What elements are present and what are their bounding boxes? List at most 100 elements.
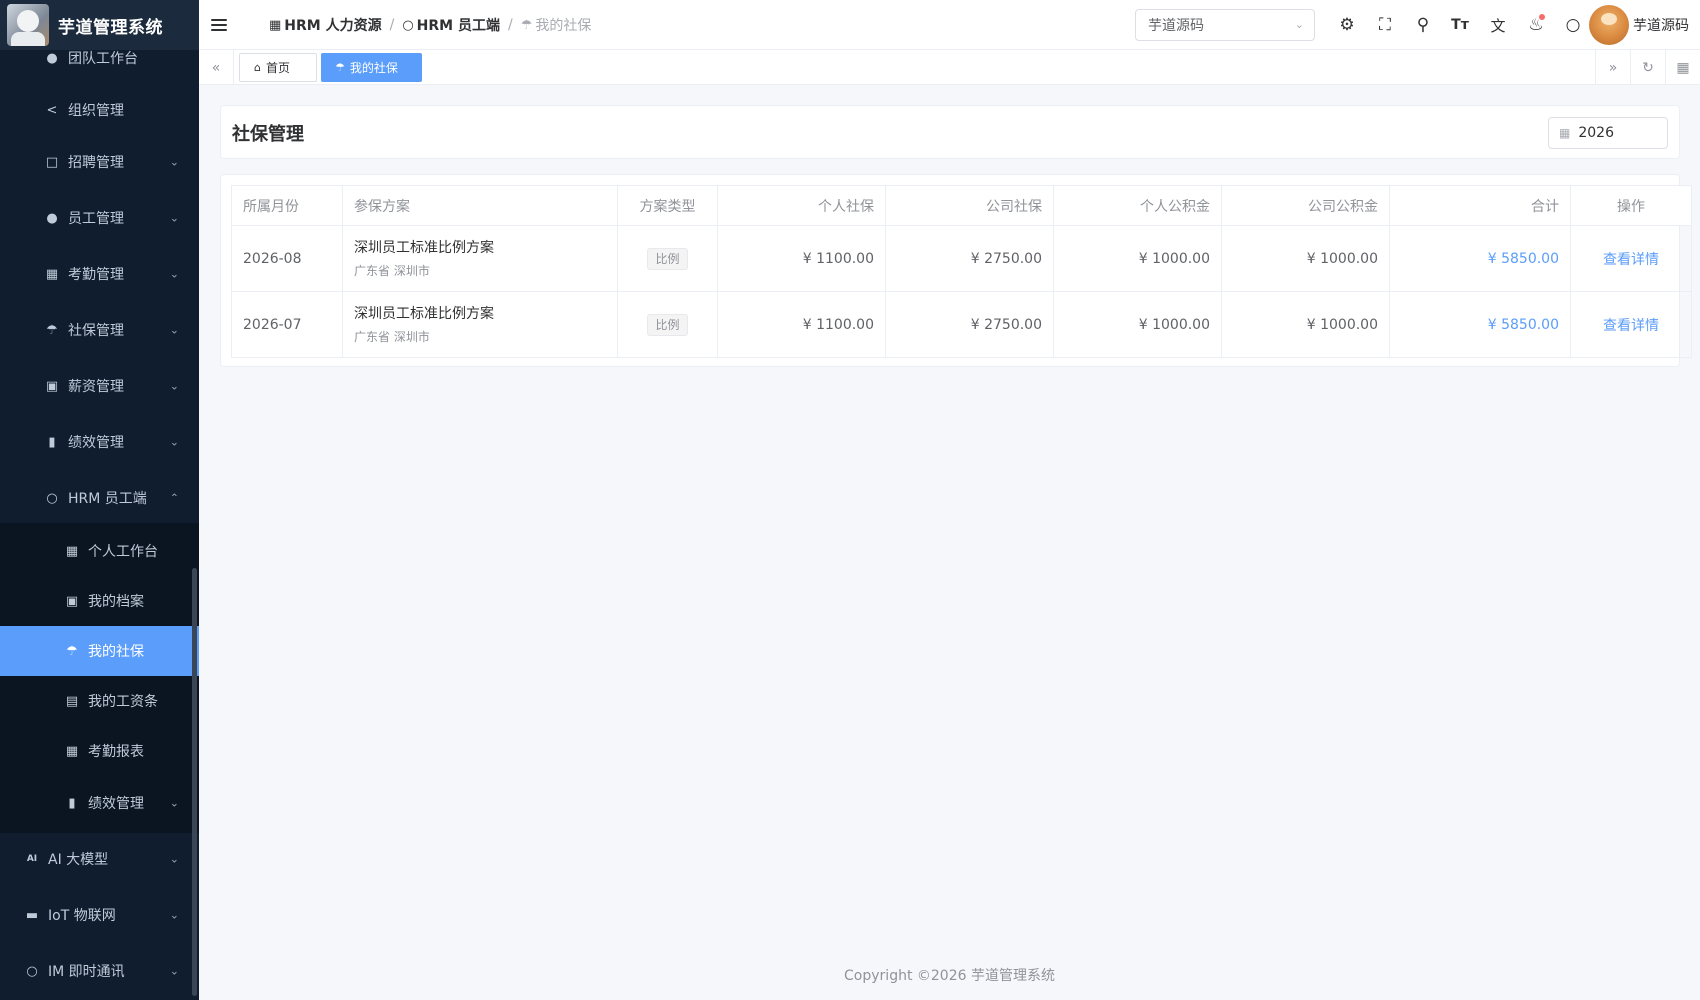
calendar-icon: ▦ [65, 543, 79, 559]
chevron-down-icon: ⌄ [169, 323, 179, 337]
sidebar-item-recruitment[interactable]: □ 招聘管理 ⌄ [0, 137, 199, 187]
tenant-select[interactable]: 芋道源码 ⌄ [1135, 9, 1315, 41]
cell-type: 比例 [617, 225, 718, 292]
chevron-down-icon: ⌄ [169, 435, 179, 449]
breadcrumb-separator: / [389, 17, 395, 33]
column-header: 公司公积金 [1221, 185, 1390, 226]
logo-bar[interactable]: 芋道管理系统 [0, 0, 199, 50]
column-header: 方案类型 [617, 185, 718, 226]
user-avatar[interactable] [1589, 5, 1629, 45]
chevron-up-icon: ⌃ [169, 491, 179, 505]
plan-type-badge: 比例 [647, 313, 688, 336]
cell-plan: 深圳员工标准比例方案 广东省 深圳市 [342, 291, 618, 358]
page-header-card: 社保管理 ▦ 2026 [220, 105, 1680, 159]
car-icon: ▬ [25, 907, 39, 923]
tab-home[interactable]: ⌂ 首页 [239, 53, 317, 82]
sidebar-item-social-security[interactable]: ☂ 社保管理 ⌄ [0, 305, 199, 355]
cell-type: 比例 [617, 291, 718, 358]
plan-name: 深圳员工标准比例方案 [354, 239, 494, 256]
notification-bell-icon[interactable]: ♨ [1523, 12, 1549, 38]
sidebar-subitem-attendance-report[interactable]: ▦ 考勤报表 [0, 726, 199, 776]
chevron-down-icon: ⌄ [169, 379, 179, 393]
chevron-down-icon: ⌄ [169, 267, 179, 281]
sidebar-item-iot[interactable]: ▬ IoT 物联网 ⌄ [0, 890, 199, 940]
social-security-table: 所属月份 参保方案 方案类型 个人社保 公司社保 个人公积金 公司公积金 合计 … [231, 185, 1692, 358]
cell-month: 2026-08 [231, 225, 343, 292]
cell-company-fund: ¥ 1000.00 [1221, 291, 1390, 358]
chevron-down-icon: ⌄ [169, 155, 179, 169]
plan-name: 深圳员工标准比例方案 [354, 305, 494, 322]
document-icon: ▤ [65, 693, 79, 709]
cell-month: 2026-07 [231, 291, 343, 358]
user-outline-icon: ○ [46, 490, 58, 506]
sidebar-subitem-performance[interactable]: ▮ 绩效管理 ⌄ [0, 778, 199, 828]
sidebar: 芋道管理系统 ● 团队工作台 < 组织管理 □ 招聘管理 ⌄ ● 员工管理 ⌄ … [0, 0, 199, 1000]
breadcrumb: ▦ HRM 人力资源 / ○ HRM 员工端 / ☂ 我的社保 [269, 0, 591, 50]
top-header: ▦ HRM 人力资源 / ○ HRM 员工端 / ☂ 我的社保 芋道源码 ⌄ ⚙… [199, 0, 1700, 50]
breadcrumb-item-hrm[interactable]: ▦ HRM 人力资源 [269, 15, 382, 35]
breadcrumb-item-hrm-employee[interactable]: ○ HRM 员工端 [402, 15, 500, 35]
chevron-down-icon: ⌄ [1294, 18, 1304, 31]
cell-action: 查看详情 [1570, 291, 1692, 358]
sidebar-subitem-my-payslip[interactable]: ▤ 我的工资条 [0, 676, 199, 726]
cell-personal-social: ¥ 1100.00 [717, 225, 886, 292]
calendar-icon: ▦ [45, 266, 59, 282]
tags-divider [233, 50, 234, 85]
plan-region: 广东省 深圳市 [354, 329, 430, 344]
scroll-left-icon[interactable]: « [199, 50, 233, 85]
table-header-row: 所属月份 参保方案 方案类型 个人社保 公司社保 个人公积金 公司公积金 合计 … [231, 185, 1692, 226]
font-size-icon[interactable]: Tт [1447, 12, 1473, 38]
cell-company-social: ¥ 2750.00 [885, 225, 1054, 292]
user-outline-icon: ○ [402, 17, 414, 33]
fullscreen-icon[interactable]: ⛶ [1372, 12, 1398, 38]
sidebar-subitem-personal-workbench[interactable]: ▦ 个人工作台 [0, 526, 199, 576]
sidebar-item-team-workbench[interactable]: ● 团队工作台 [0, 50, 199, 83]
view-detail-link[interactable]: 查看详情 [1603, 252, 1659, 268]
notification-dot [1539, 14, 1545, 20]
home-icon: ⌂ [254, 61, 261, 74]
sidebar-item-salary[interactable]: ▣ 薪资管理 ⌄ [0, 361, 199, 411]
sidebar-item-performance[interactable]: ▮ 绩效管理 ⌄ [0, 417, 199, 467]
briefcase-icon: □ [45, 154, 59, 170]
chevron-down-icon: ⌄ [169, 964, 179, 978]
sidebar-item-im[interactable]: ○ IM 即时通讯 ⌄ [0, 946, 199, 996]
sidebar-scrollbar[interactable] [192, 568, 197, 996]
app-title: 芋道管理系统 [58, 17, 163, 38]
breadcrumb-item-current: ☂ 我的社保 [520, 17, 592, 35]
translate-icon[interactable]: 文 [1485, 12, 1511, 38]
refresh-icon[interactable]: ↻ [1631, 50, 1665, 85]
settings-gear-icon[interactable]: ⚙ [1334, 12, 1360, 38]
sidebar-item-ai-model[interactable]: AI AI 大模型 ⌄ [0, 834, 199, 884]
grid-menu-icon[interactable]: ▦ [1666, 50, 1700, 85]
sidebar-subitem-my-social-security[interactable]: ☂ 我的社保 [0, 626, 199, 676]
cell-personal-fund: ¥ 1000.00 [1053, 225, 1222, 292]
chevron-down-icon: ⌄ [169, 211, 179, 225]
calendar-icon: ▦ [1559, 126, 1571, 140]
money-icon: ▣ [45, 378, 59, 394]
column-header: 公司社保 [885, 185, 1054, 226]
scroll-right-icon[interactable]: » [1596, 50, 1630, 85]
tab-my-social-security[interactable]: ☂ 我的社保 [321, 53, 422, 82]
umbrella-icon: ☂ [335, 61, 345, 74]
user-name[interactable]: 芋道源码 [1633, 0, 1689, 50]
collapse-menu-icon[interactable] [211, 15, 227, 35]
search-icon[interactable]: ⚲ [1410, 12, 1436, 38]
cell-total: ¥ 5850.00 [1389, 291, 1571, 358]
umbrella-icon: ☂ [520, 17, 533, 33]
message-icon[interactable]: ○ [1560, 12, 1586, 38]
cell-plan: 深圳员工标准比例方案 广东省 深圳市 [342, 225, 618, 292]
plan-region: 广东省 深圳市 [354, 263, 430, 278]
sidebar-item-employee[interactable]: ● 员工管理 ⌄ [0, 193, 199, 243]
page-title: 社保管理 [232, 124, 304, 145]
bar-chart-icon: ▮ [48, 434, 56, 450]
column-header: 个人公积金 [1053, 185, 1222, 226]
user-icon: ● [46, 210, 58, 226]
logo-image [7, 4, 49, 46]
year-picker[interactable]: ▦ 2026 [1548, 117, 1668, 149]
sidebar-subitem-my-profile[interactable]: ▣ 我的档案 [0, 576, 199, 626]
view-detail-link[interactable]: 查看详情 [1603, 318, 1659, 334]
profile-icon: ▣ [65, 593, 79, 609]
sidebar-item-hrm-employee[interactable]: ○ HRM 员工端 ⌃ [0, 473, 199, 523]
sidebar-item-attendance[interactable]: ▦ 考勤管理 ⌄ [0, 249, 199, 299]
sidebar-item-organization[interactable]: < 组织管理 [0, 85, 199, 135]
